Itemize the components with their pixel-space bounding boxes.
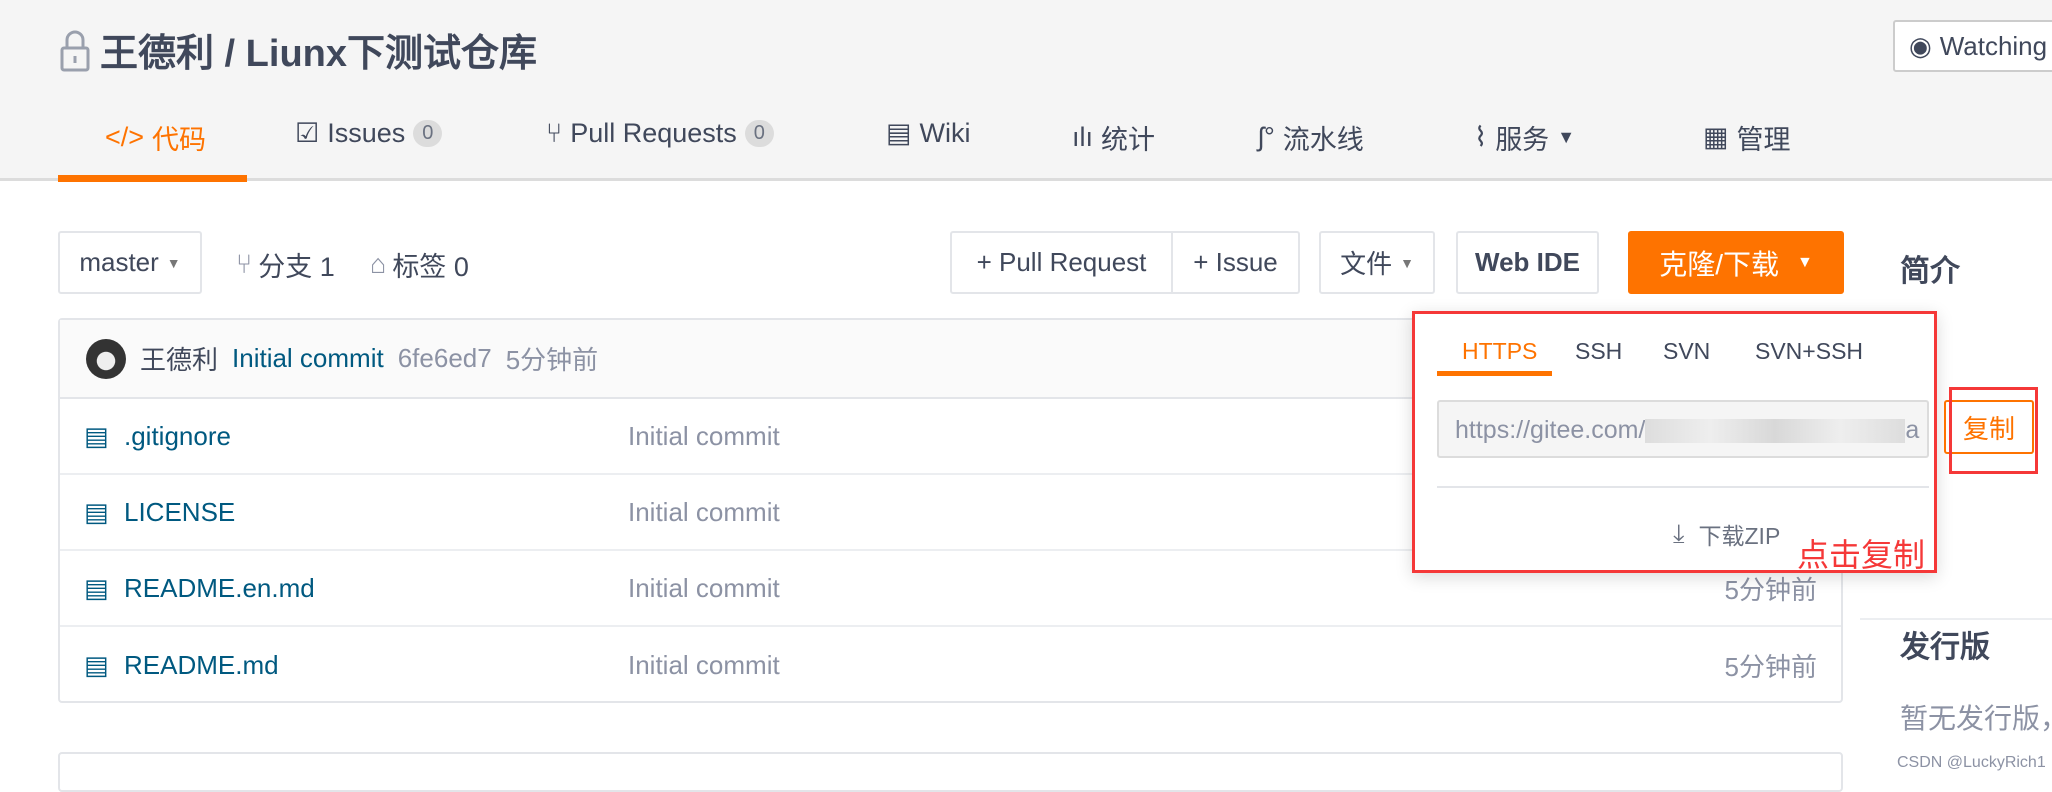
code-icon: </> bbox=[105, 122, 145, 152]
new-issue-button[interactable]: + Issue bbox=[1171, 231, 1300, 294]
no-releases-text: 暂无发行版， bbox=[1900, 703, 2052, 734]
file-name[interactable]: .gitignore bbox=[124, 421, 231, 452]
caret-down-icon: ▼ bbox=[1557, 127, 1576, 147]
file-icon: ▤ bbox=[84, 420, 109, 451]
clone-url-input[interactable]: https://gitee.com/a bbox=[1437, 400, 1929, 458]
tab-code[interactable]: </> 代码 bbox=[105, 118, 206, 157]
bar-chart-icon: ılı bbox=[1072, 122, 1094, 152]
file-commit-message[interactable]: Initial commit bbox=[628, 497, 780, 528]
tab-label: 服务 bbox=[1495, 125, 1550, 155]
branches-link[interactable]: ⑂ 分支 1 bbox=[236, 245, 335, 284]
table-row: ▤ README.md Initial commit 5分钟前 bbox=[60, 627, 1841, 703]
file-menu-button[interactable]: 文件 ▼ bbox=[1319, 231, 1435, 294]
eye-icon: ◉ bbox=[1909, 30, 1932, 61]
file-name[interactable]: README.en.md bbox=[124, 573, 315, 604]
caret-down-icon: ▼ bbox=[1796, 253, 1813, 271]
watch-label: Watching bbox=[1939, 30, 2048, 61]
file-icon: ▤ bbox=[84, 649, 109, 680]
branches-label: 分支 1 bbox=[258, 252, 335, 282]
issues-icon: ☑ bbox=[295, 118, 320, 148]
tab-ssh[interactable]: SSH bbox=[1575, 338, 1622, 365]
commit-time: 5分钟前 bbox=[505, 345, 599, 375]
download-zip-link[interactable]: ⤓ 下载ZIP bbox=[1673, 517, 1780, 551]
sidebar-releases-heading: 发行版 bbox=[1900, 631, 1990, 664]
tab-svn-ssh[interactable]: SVN+SSH bbox=[1755, 338, 1863, 365]
branch-icon: ⑂ bbox=[236, 249, 253, 279]
avatar[interactable] bbox=[86, 338, 126, 379]
active-tab-indicator bbox=[1437, 371, 1552, 376]
tab-stats[interactable]: ılı 统计 bbox=[1072, 118, 1155, 157]
repo-name[interactable]: 王德利 / Liunx下测试仓库 bbox=[100, 22, 537, 77]
tab-manage[interactable]: ▦ 管理 bbox=[1703, 118, 1791, 157]
tab-pipeline[interactable]: ʃ° 流水线 bbox=[1258, 118, 1364, 157]
download-zip-label: 下载ZIP bbox=[1698, 523, 1781, 549]
tags-label: 标签 0 bbox=[392, 252, 469, 282]
url-suffix: a bbox=[1905, 416, 1920, 444]
caret-down-icon: ▼ bbox=[1400, 254, 1414, 271]
annotation-text: 点击复制 bbox=[1797, 537, 1926, 573]
pulse-icon: ⌇ bbox=[1474, 122, 1488, 152]
readme-box bbox=[58, 752, 1843, 792]
file-icon: ▤ bbox=[84, 572, 109, 603]
tags-link[interactable]: ⌂ 标签 0 bbox=[370, 245, 469, 284]
caret-down-icon: ▼ bbox=[166, 254, 181, 271]
tab-label: 流水线 bbox=[1282, 125, 1364, 155]
commit-hash[interactable]: 6fe6ed7 bbox=[398, 343, 492, 374]
file-commit-message[interactable]: Initial commit bbox=[628, 650, 780, 681]
lock-icon bbox=[60, 30, 90, 71]
tab-pull-requests[interactable]: ⑂ Pull Requests 0 bbox=[546, 118, 774, 149]
file-name[interactable]: LICENSE bbox=[124, 497, 235, 528]
tab-services[interactable]: ⌇ 服务 ▼ bbox=[1474, 118, 1575, 157]
tab-label: Wiki bbox=[919, 118, 971, 148]
tab-label: 代码 bbox=[152, 125, 207, 155]
pr-count-badge: 0 bbox=[744, 120, 774, 147]
clone-popup: HTTPS SSH SVN SVN+SSH https://gitee.com/… bbox=[1412, 311, 1937, 573]
book-icon: ▤ bbox=[886, 118, 912, 148]
divider bbox=[1860, 618, 2052, 620]
branch-label: master bbox=[79, 247, 159, 277]
issues-count-badge: 0 bbox=[413, 120, 443, 147]
tab-issues[interactable]: ☑ Issues 0 bbox=[295, 118, 443, 149]
clone-label: 克隆/下载 bbox=[1659, 248, 1779, 280]
clone-download-button[interactable]: 克隆/下载 ▼ bbox=[1628, 231, 1844, 294]
url-prefix: https://gitee.com/ bbox=[1455, 416, 1646, 444]
file-name[interactable]: README.md bbox=[124, 650, 279, 681]
new-pull-request-button[interactable]: + Pull Request bbox=[950, 231, 1173, 294]
file-icon: ▤ bbox=[84, 496, 109, 527]
tab-label: Issues bbox=[327, 118, 406, 148]
commit-author[interactable]: 王德利 bbox=[140, 340, 218, 377]
file-commit-message[interactable]: Initial commit bbox=[628, 421, 780, 452]
blurred-url bbox=[1645, 419, 1906, 444]
commit-message[interactable]: Initial commit bbox=[232, 343, 384, 374]
tab-label: 管理 bbox=[1736, 125, 1791, 155]
pull-request-icon: ⑂ bbox=[546, 118, 563, 148]
file-time: 5分钟前 bbox=[1724, 651, 1817, 682]
annotation-highlight-box bbox=[1949, 387, 2038, 474]
active-tab-indicator bbox=[58, 175, 247, 182]
sidebar-intro-heading: 简介 bbox=[1900, 255, 1960, 288]
pipeline-icon: ʃ° bbox=[1258, 122, 1275, 152]
branch-select[interactable]: master ▼ bbox=[58, 231, 202, 294]
divider bbox=[1437, 486, 1929, 488]
file-label: 文件 bbox=[1340, 249, 1393, 279]
file-commit-message[interactable]: Initial commit bbox=[628, 573, 780, 604]
tab-svn[interactable]: SVN bbox=[1663, 338, 1710, 365]
web-ide-button[interactable]: Web IDE bbox=[1456, 231, 1599, 294]
settings-doc-icon: ▦ bbox=[1703, 122, 1729, 152]
repo-title: 王德利 / Liunx下测试仓库 bbox=[60, 22, 537, 77]
tab-https[interactable]: HTTPS bbox=[1462, 338, 1537, 365]
tag-icon: ⌂ bbox=[370, 249, 387, 279]
download-icon: ⤓ bbox=[1673, 518, 1685, 548]
watermark: CSDN @LuckyRich1 bbox=[1897, 754, 2046, 771]
tab-label: 统计 bbox=[1101, 125, 1156, 155]
tab-label: Pull Requests bbox=[570, 118, 737, 148]
watch-button[interactable]: ◉ Watching bbox=[1893, 20, 2052, 72]
tab-wiki[interactable]: ▤ Wiki bbox=[886, 118, 971, 149]
